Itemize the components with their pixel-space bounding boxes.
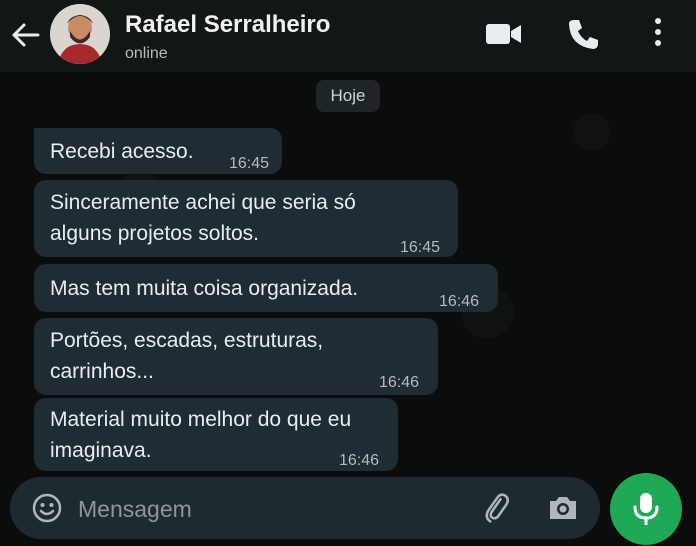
message-time: 16:46 — [339, 452, 380, 469]
message-time: 16:45 — [400, 239, 441, 256]
back-arrow-icon[interactable] — [8, 18, 42, 52]
message-composer — [10, 477, 600, 539]
message-text: Material muito melhor do que eu imaginav… — [50, 408, 352, 462]
message-time: 16:46 — [439, 293, 480, 310]
contact-status: online — [125, 45, 168, 62]
message-text: Mas tem muita coisa organizada. — [50, 277, 359, 300]
date-label: Hoje — [316, 80, 380, 112]
message-bubble[interactable]: Sinceramente achei que seria só alguns p… — [34, 180, 458, 257]
message-text: Portões, escadas, estruturas, carrinhos.… — [50, 329, 324, 383]
message-bubble[interactable]: Recebi acesso. 16:45 — [34, 128, 282, 174]
message-time: 16:46 — [379, 374, 420, 391]
message-text: Recebi acesso. — [50, 140, 194, 163]
microphone-button[interactable] — [610, 473, 682, 545]
message-input[interactable] — [76, 491, 440, 527]
message-bubble[interactable]: Material muito melhor do que eu imaginav… — [34, 398, 398, 471]
message-time: 16:45 — [229, 155, 270, 172]
paperclip-icon[interactable] — [480, 491, 514, 525]
emoji-icon[interactable] — [32, 493, 62, 523]
message-bubble[interactable]: Mas tem muita coisa organizada. 16:46 — [34, 264, 498, 312]
video-camera-icon[interactable] — [484, 16, 524, 52]
message-bubble[interactable]: Portões, escadas, estruturas, carrinhos.… — [34, 318, 438, 395]
microphone-icon — [633, 493, 659, 525]
contact-name[interactable]: Rafael Serralheiro — [125, 11, 330, 39]
chat-header: Rafael Serralheiro online — [0, 0, 696, 72]
camera-icon[interactable] — [546, 492, 580, 524]
message-text: Sinceramente achei que seria só alguns p… — [50, 191, 356, 245]
phone-icon[interactable] — [565, 16, 605, 52]
avatar[interactable] — [50, 4, 110, 64]
more-vertical-icon[interactable] — [646, 16, 670, 52]
